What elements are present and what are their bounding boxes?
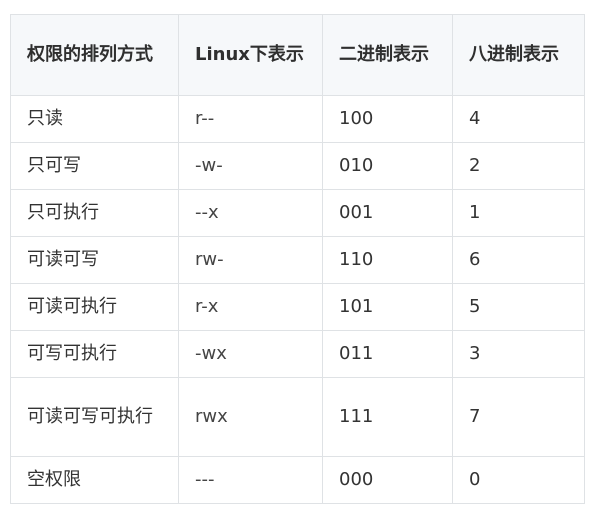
table-row: 可读可执行 r-x 101 5 (10, 283, 585, 331)
cell-octal: 4 (452, 95, 585, 143)
cell-octal: 1 (452, 189, 585, 237)
table-body: 只读 r-- 100 4 只可写 -w- 010 2 只可执行 --x 001 … (10, 95, 585, 504)
cell-octal: 2 (452, 142, 585, 190)
header-row: 权限的排列方式 Linux下表示 二进制表示 八进制表示 (10, 14, 585, 96)
header-binary-notation: 二进制表示 (322, 14, 453, 96)
cell-permission: 可读可写可执行 (10, 377, 179, 457)
cell-linux: --x (178, 189, 323, 237)
header-permission-arrangement: 权限的排列方式 (10, 14, 179, 96)
cell-permission: 空权限 (10, 456, 179, 504)
cell-binary: 111 (322, 377, 453, 457)
table-row: 只读 r-- 100 4 (10, 95, 585, 143)
cell-octal: 3 (452, 330, 585, 378)
cell-linux: rw- (178, 236, 323, 284)
table-header: 权限的排列方式 Linux下表示 二进制表示 八进制表示 (10, 14, 585, 96)
cell-octal: 6 (452, 236, 585, 284)
cell-permission: 可读可写 (10, 236, 179, 284)
table-row: 只可写 -w- 010 2 (10, 142, 585, 190)
permissions-table-container: 权限的排列方式 Linux下表示 二进制表示 八进制表示 只读 r-- 100 … (10, 14, 585, 504)
cell-linux: --- (178, 456, 323, 504)
cell-linux: rwx (178, 377, 323, 457)
cell-linux: r-- (178, 95, 323, 143)
cell-binary: 010 (322, 142, 453, 190)
cell-linux: r-x (178, 283, 323, 331)
cell-linux: -w- (178, 142, 323, 190)
header-octal-notation: 八进制表示 (452, 14, 585, 96)
cell-permission: 只可写 (10, 142, 179, 190)
cell-binary: 100 (322, 95, 453, 143)
cell-permission: 只可执行 (10, 189, 179, 237)
cell-binary: 011 (322, 330, 453, 378)
table-row: 可写可执行 -wx 011 3 (10, 330, 585, 378)
cell-binary: 101 (322, 283, 453, 331)
cell-binary: 001 (322, 189, 453, 237)
cell-octal: 5 (452, 283, 585, 331)
cell-octal: 7 (452, 377, 585, 457)
cell-linux: -wx (178, 330, 323, 378)
permissions-table: 权限的排列方式 Linux下表示 二进制表示 八进制表示 只读 r-- 100 … (10, 14, 585, 504)
cell-permission: 可读可执行 (10, 283, 179, 331)
cell-octal: 0 (452, 456, 585, 504)
cell-binary: 110 (322, 236, 453, 284)
table-row: 可读可写 rw- 110 6 (10, 236, 585, 284)
table-row: 空权限 --- 000 0 (10, 456, 585, 504)
header-linux-notation: Linux下表示 (178, 14, 323, 96)
cell-binary: 000 (322, 456, 453, 504)
table-row: 可读可写可执行 rwx 111 7 (10, 377, 585, 457)
cell-permission: 可写可执行 (10, 330, 179, 378)
cell-permission: 只读 (10, 95, 179, 143)
table-row: 只可执行 --x 001 1 (10, 189, 585, 237)
